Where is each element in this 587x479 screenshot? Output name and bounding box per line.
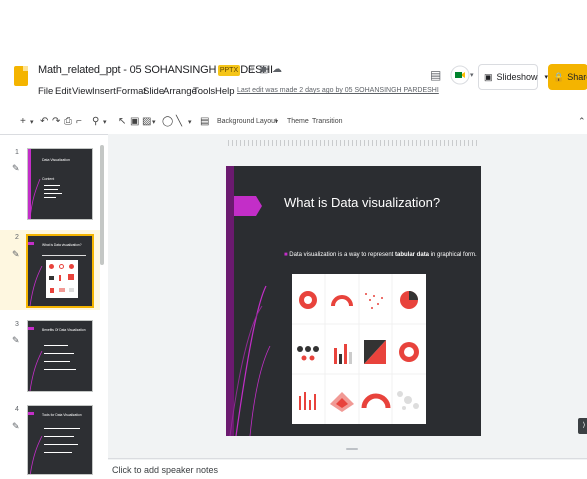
line-dropdown-icon[interactable]: ▾ <box>188 118 192 126</box>
share-button[interactable]: 🔒 Share <box>548 64 587 90</box>
slide-3-title: Benefits Of Data Visualization <box>42 328 86 332</box>
menu-item-slide[interactable]: Slide <box>143 86 164 97</box>
menu-item-arrange[interactable]: Arrange <box>163 86 197 97</box>
share-label: Share <box>567 72 587 82</box>
chart-examples-image[interactable] <box>292 274 426 424</box>
star-icon[interactable]: ☆ <box>246 64 255 75</box>
filmstrip-scrollbar[interactable] <box>100 145 104 265</box>
background-button[interactable]: Background <box>217 118 254 125</box>
horizontal-ruler[interactable] <box>228 140 480 146</box>
image-icon[interactable]: ▨ <box>142 116 151 127</box>
theme-button[interactable]: Theme <box>287 118 309 125</box>
current-slide[interactable]: What is Data visualization? ■ Data visua… <box>226 166 481 436</box>
bullet-marker-icon: ■ <box>284 252 288 258</box>
menu-item-format[interactable]: Format <box>116 86 146 97</box>
bullet-text-start: Data visualization is a way to represent <box>289 252 396 258</box>
last-edit-link[interactable]: Last edit was made 2 days ago by 05 SOHA… <box>237 87 439 94</box>
cloud-status-icon[interactable]: ☁ <box>272 64 282 75</box>
speaker-notes-icon-2: ✎ <box>12 249 20 259</box>
comment-add-icon[interactable]: ▤ <box>200 116 209 127</box>
menu-item-edit[interactable]: Edit <box>55 86 71 97</box>
bullet-text-bold: tabular data <box>395 252 430 258</box>
slide-bullet[interactable]: ■ Data visualization is a way to represe… <box>284 252 477 258</box>
slide-thumbnail-4[interactable]: Tools for Data Visualization <box>27 405 93 475</box>
text-box-icon[interactable]: ▣ <box>130 116 139 127</box>
undo-icon[interactable]: ↶ <box>40 116 48 127</box>
explore-side-panel-icon[interactable]: ⟩ <box>578 418 587 434</box>
speaker-notes-icon-3: ✎ <box>12 335 20 345</box>
meet-icon[interactable] <box>450 65 470 85</box>
zoom-dropdown-icon[interactable]: ▾ <box>103 118 107 126</box>
menu-item-view[interactable]: View <box>72 86 92 97</box>
redo-icon[interactable]: ↷ <box>52 116 60 127</box>
print-icon[interactable]: ⎙ <box>64 116 72 127</box>
bullet-text-end: in graphical form. <box>429 252 477 258</box>
slide-title[interactable]: What is Data visualization? <box>284 195 440 210</box>
file-format-badge: PPTX <box>218 65 240 76</box>
layout-button[interactable]: Layout <box>256 118 277 125</box>
slide-thumbnail-2[interactable]: What is Data visualization? <box>26 234 94 308</box>
meet-dropdown-icon[interactable]: ▾ <box>470 71 474 79</box>
speaker-notes-field[interactable]: Click to add speaker notes <box>112 465 218 475</box>
slide-number-3: 3 <box>15 321 19 328</box>
speaker-notes-icon: ✎ <box>12 163 20 173</box>
slide-number-1: 1 <box>15 149 19 156</box>
slideshow-icon: ▣ <box>484 71 493 82</box>
slide-1-title: Data Visualization <box>42 158 70 162</box>
menu-item-help[interactable]: Help <box>215 86 235 97</box>
slide-1-subtitle: Content <box>42 177 55 181</box>
transition-button[interactable]: Transition <box>312 118 342 125</box>
notes-divider <box>108 458 587 459</box>
slide-2-title: What is Data visualization? <box>42 243 82 247</box>
new-slide-icon[interactable]: + <box>20 116 26 127</box>
lock-icon: 🔒 <box>553 71 565 82</box>
speaker-notes-icon-4: ✎ <box>12 421 20 431</box>
slides-logo-icon[interactable] <box>14 66 28 86</box>
menu-item-file[interactable]: File <box>38 86 53 97</box>
line-icon[interactable]: ╲ <box>176 116 182 127</box>
slideshow-button[interactable]: ▣ Slideshow ▾ <box>478 64 548 90</box>
collapse-toolbar-icon[interactable]: ⌃ <box>578 116 586 127</box>
new-slide-dropdown-icon[interactable]: ▾ <box>30 118 34 126</box>
move-folder-icon[interactable]: ▣ <box>259 64 268 75</box>
slide-number-2: 2 <box>15 234 19 241</box>
chart-grid-graphic <box>292 274 426 424</box>
menu-item-tools[interactable]: Tools <box>193 86 215 97</box>
slideshow-label: Slideshow <box>496 72 538 82</box>
slide-4-title: Tools for Data Visualization <box>42 413 82 417</box>
menu-item-insert[interactable]: Insert <box>92 86 116 97</box>
slide-thumbnail-1[interactable]: Data Visualization Content <box>27 148 93 220</box>
toolbar: + ▾ ↶ ↷ ⎙ ⌐ ⚲ ▾ ↖ ▣ ▨ ▾ ◯ ╲ ▾ ▤ Backgrou… <box>0 112 587 134</box>
select-icon[interactable]: ↖ <box>118 116 126 127</box>
layout-dropdown-icon[interactable]: ▾ <box>275 118 278 125</box>
zoom-icon[interactable]: ⚲ <box>92 116 99 127</box>
shape-icon[interactable]: ◯ <box>162 116 173 127</box>
slide-thumbnail-3[interactable]: Benefits Of Data Visualization <box>27 320 93 392</box>
comments-icon[interactable]: ▤ <box>430 68 441 82</box>
paint-format-icon[interactable]: ⌐ <box>76 116 82 127</box>
slide-number-4: 4 <box>15 406 19 413</box>
image-dropdown-icon[interactable]: ▾ <box>152 118 156 126</box>
notes-resize-handle[interactable] <box>346 448 358 450</box>
